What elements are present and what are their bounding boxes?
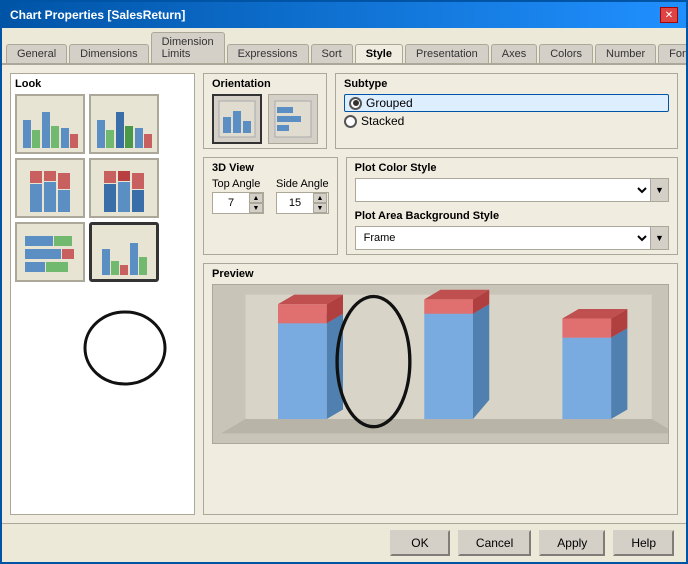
subtype-label: Subtype (344, 78, 669, 90)
ok-button[interactable]: OK (390, 530, 450, 556)
plot-color-select[interactable] (356, 179, 650, 201)
grouped-label: Grouped (366, 96, 413, 110)
main-window: Chart Properties [SalesReturn] ✕ General… (0, 0, 688, 564)
apply-button[interactable]: Apply (539, 530, 605, 556)
right-panel: Orientation (203, 73, 678, 515)
top-angle-input-wrap: ▲ ▼ (212, 192, 264, 214)
cancel-button[interactable]: Cancel (458, 530, 531, 556)
plot-color-select-wrap: ▼ (355, 178, 669, 202)
orientation-label: Orientation (212, 78, 318, 90)
subtype-stacked-option[interactable]: Stacked (344, 114, 669, 128)
tab-dimension-limits[interactable]: Dimension Limits (151, 32, 225, 63)
view3d-box: 3D View Top Angle ▲ ▼ (203, 157, 338, 255)
look-item-6[interactable] (89, 222, 159, 282)
orient-horizontal-button[interactable] (268, 94, 318, 144)
look-label: Look (15, 78, 190, 90)
tab-expressions[interactable]: Expressions (227, 44, 309, 63)
content-area: Look (2, 65, 686, 523)
orient-vertical-button[interactable] (212, 94, 262, 144)
help-button[interactable]: Help (613, 530, 674, 556)
look-item-1[interactable] (15, 94, 85, 154)
tab-general[interactable]: General (6, 44, 67, 63)
stacked-radio[interactable] (344, 115, 357, 128)
plot-color-arrow[interactable]: ▼ (650, 179, 668, 201)
top-angle-input[interactable] (213, 193, 249, 213)
orient-horizontal-icon (273, 99, 313, 139)
view3d-label: 3D View (212, 162, 329, 174)
tab-dimensions[interactable]: Dimensions (69, 44, 148, 63)
plot-bg-select[interactable]: Frame (356, 227, 650, 249)
title-bar: Chart Properties [SalesReturn] ✕ (2, 2, 686, 28)
window-controls: ✕ (660, 7, 678, 23)
look-wrapper (15, 94, 190, 282)
top-angle-item: Top Angle ▲ ▼ (212, 178, 264, 214)
plot-bg-label: Plot Area Background Style (355, 210, 669, 222)
look-item-5[interactable] (15, 222, 85, 282)
side-angle-input[interactable] (277, 193, 313, 213)
plot-bg-arrow[interactable]: ▼ (650, 227, 668, 249)
subtype-grouped-option[interactable]: Grouped (344, 94, 669, 112)
look-selection-circle (83, 310, 167, 390)
top-right-section: Orientation (203, 73, 678, 149)
plot-bg-select-wrap: Frame ▼ (355, 226, 669, 250)
stacked-label: Stacked (361, 114, 404, 128)
tab-axes[interactable]: Axes (491, 44, 537, 63)
orient-vertical-icon (217, 99, 257, 139)
orientation-options (212, 94, 318, 144)
side-angle-down[interactable]: ▼ (313, 203, 327, 213)
close-button[interactable]: ✕ (660, 7, 678, 23)
tab-style[interactable]: Style (355, 44, 403, 64)
subtype-box: Subtype Grouped Stacked (335, 73, 678, 149)
grouped-radio[interactable] (349, 97, 362, 110)
middle-row-section: 3D View Top Angle ▲ ▼ (203, 157, 678, 255)
side-angle-spinners: ▲ ▼ (313, 193, 327, 213)
plot-color-label: Plot Color Style (355, 162, 669, 174)
bottom-bar: OK Cancel Apply Help (2, 523, 686, 562)
side-angle-input-wrap: ▲ ▼ (276, 192, 329, 214)
orientation-box: Orientation (203, 73, 327, 149)
angle-row: Top Angle ▲ ▼ Side Angle (212, 178, 329, 214)
tab-sort[interactable]: Sort (311, 44, 353, 63)
side-angle-item: Side Angle ▲ ▼ (276, 178, 329, 214)
top-angle-spinners: ▲ ▼ (249, 193, 263, 213)
look-item-3[interactable] (15, 158, 85, 218)
window-title: Chart Properties [SalesReturn] (10, 8, 185, 22)
look-panel: Look (10, 73, 195, 515)
side-angle-label: Side Angle (276, 178, 329, 190)
tabs-bar: General Dimensions Dimension Limits Expr… (2, 28, 686, 65)
look-item-2[interactable] (89, 94, 159, 154)
side-angle-up[interactable]: ▲ (313, 193, 327, 203)
look-grid (15, 94, 190, 282)
tab-number[interactable]: Number (595, 44, 656, 63)
preview-box: Preview (203, 263, 678, 515)
tab-font[interactable]: Font (658, 44, 686, 63)
look-item-4[interactable] (89, 158, 159, 218)
preview-label: Preview (212, 268, 669, 280)
tab-presentation[interactable]: Presentation (405, 44, 489, 63)
top-angle-label: Top Angle (212, 178, 264, 190)
tab-colors[interactable]: Colors (539, 44, 593, 63)
top-angle-down[interactable]: ▼ (249, 203, 263, 213)
plot-color-box: Plot Color Style ▼ Plot Area Background … (346, 157, 678, 255)
top-angle-up[interactable]: ▲ (249, 193, 263, 203)
preview-chart-svg (213, 285, 668, 443)
preview-area (212, 284, 669, 444)
